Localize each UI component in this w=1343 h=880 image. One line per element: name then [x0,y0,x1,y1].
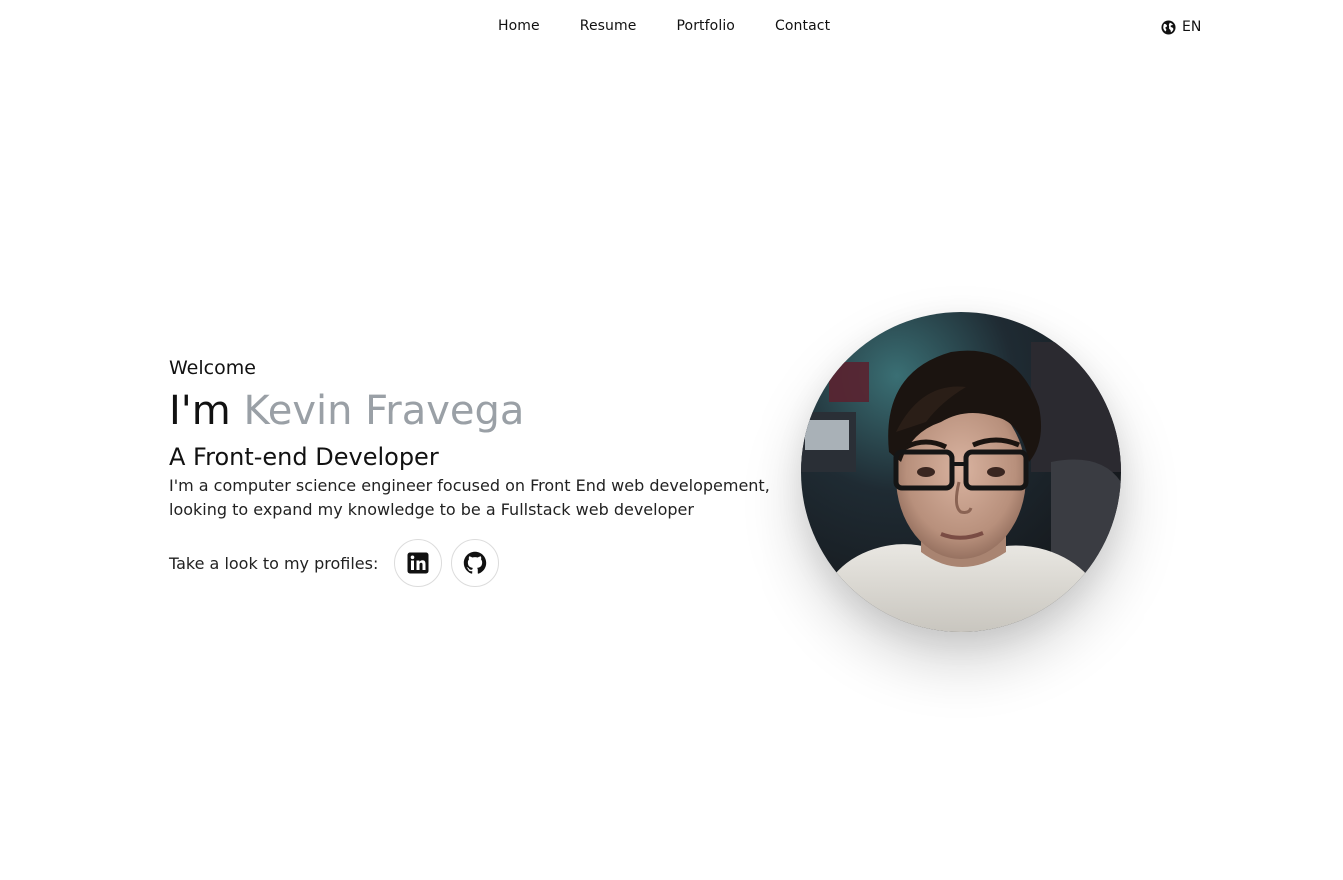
nav-links: Home Resume Portfolio Contact [478,16,850,36]
linkedin-icon [406,551,430,575]
nav-link-portfolio[interactable]: Portfolio [656,16,755,36]
github-button[interactable] [451,539,500,587]
nav-link-home[interactable]: Home [478,16,560,36]
language-label: EN [1182,19,1202,35]
headline: I'm Kevin Fravega [169,386,789,436]
nav-link-contact[interactable]: Contact [755,16,850,36]
language-selector[interactable]: EN [1161,18,1201,36]
welcome-text: Welcome [169,357,256,379]
top-nav: Home Resume Portfolio Contact EN [0,0,1343,54]
page: Home Resume Portfolio Contact EN Welcome… [0,0,1343,880]
bio-description: I'm a computer science engineer focused … [169,476,770,519]
profiles-row: Take a look to my profiles: [169,539,789,587]
person-name: Kevin Fravega [243,388,525,434]
profile-photo [801,312,1121,632]
greeting-prefix: I'm [169,388,244,434]
globe-icon [1161,19,1176,35]
hero-section: Welcome I'm Kevin Fravega A Front-end De… [169,354,789,587]
linkedin-button[interactable] [394,539,443,587]
profiles-label: Take a look to my profiles: [169,553,379,573]
role-title: A Front-end Developer [169,443,439,471]
nav-link-resume[interactable]: Resume [560,16,657,36]
github-icon [463,551,487,575]
